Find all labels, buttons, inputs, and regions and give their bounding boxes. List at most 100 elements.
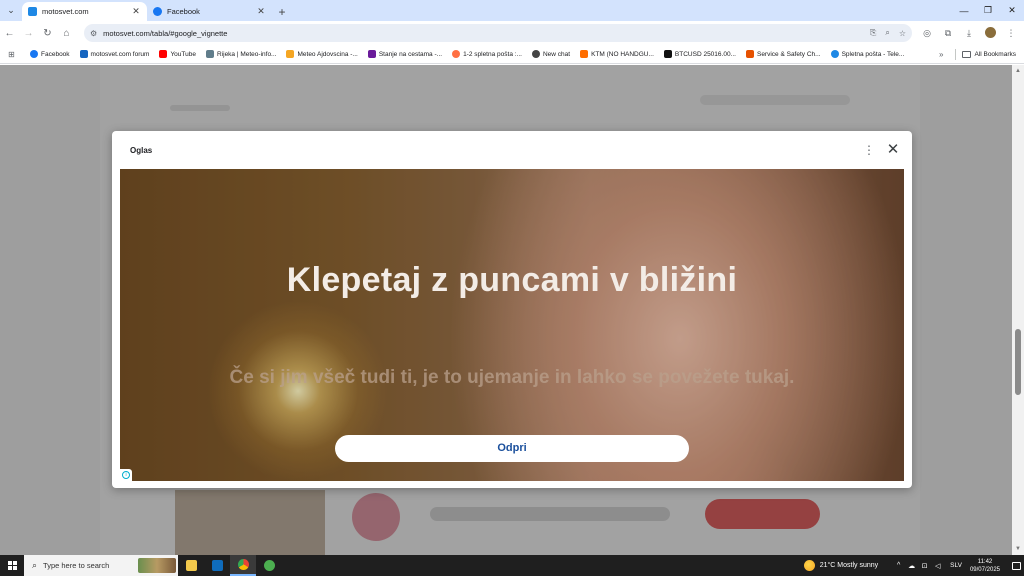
windows-logo-icon <box>7 561 17 570</box>
bookmark-item[interactable]: Stanje na cestama -... <box>367 50 443 58</box>
scrollbar-thumb[interactable] <box>1015 329 1021 395</box>
scroll-up-icon[interactable]: ▲ <box>1012 65 1024 77</box>
browser-toolbar: ← → ↻ ⌂ ⚙ motosvet.com/tabla/#google_vig… <box>0 21 1024 45</box>
forward-button[interactable]: → <box>19 21 38 45</box>
bookmark-label: Stanje na cestama -... <box>378 50 443 58</box>
url-text: motosvet.com/tabla/#google_vignette <box>103 28 228 38</box>
tradingview-icon <box>663 50 672 58</box>
bookmark-item[interactable]: New chat <box>531 50 571 58</box>
chrome-icon <box>237 559 249 570</box>
install-app-icon[interactable]: ⎘ <box>870 28 876 38</box>
notification-icon <box>1011 561 1021 570</box>
taskbar-file-explorer[interactable] <box>178 555 204 576</box>
ad-options-icon[interactable]: ⋮ <box>863 142 875 158</box>
notifications-button[interactable] <box>1008 555 1024 576</box>
ad-headline: Klepetaj z puncami v bližini <box>286 261 738 299</box>
bookmark-favicon-icon <box>205 50 214 58</box>
home-button[interactable]: ⌂ <box>57 21 76 45</box>
all-bookmarks-button[interactable]: All Bookmarks <box>962 50 1024 58</box>
bookmark-item[interactable]: KTM (NO HANDGU... <box>580 50 654 58</box>
close-ad-button[interactable]: ✕ <box>884 141 902 159</box>
ad-subtext: Če si jim všeč tudi ti, je to ujemanje i… <box>229 367 795 388</box>
bookmark-label: 1-2 spletna pošta :... <box>463 50 522 58</box>
clock[interactable]: 11:42 09/07/2025 <box>970 558 1000 574</box>
utorrent-icon <box>263 560 275 571</box>
minimize-button[interactable]: — <box>952 0 976 21</box>
tab-motosvet[interactable]: motosvet.com ✕ <box>22 2 147 21</box>
divider <box>955 48 957 60</box>
sun-icon <box>803 560 815 571</box>
close-tab-icon[interactable]: ✕ <box>256 6 266 17</box>
system-tray: 21°C Mostly sunny ^ ☁ ⊡ ◁ SLV 11:42 09/0… <box>803 555 1024 576</box>
scroll-down-icon[interactable]: ▼ <box>1012 543 1024 555</box>
language-indicator[interactable]: SLV <box>950 562 962 569</box>
start-button[interactable] <box>0 555 24 576</box>
onedrive-icon[interactable]: ☁ <box>905 562 918 570</box>
bookmark-item[interactable]: Facebook <box>30 50 70 58</box>
weather-widget[interactable]: 21°C Mostly sunny <box>803 560 879 571</box>
close-tab-icon[interactable]: ✕ <box>131 6 141 17</box>
bookmark-label: New chat <box>542 50 571 58</box>
bookmark-favicon-icon <box>30 50 38 58</box>
tab-title: Facebook <box>167 7 200 16</box>
taskbar-chrome[interactable] <box>230 555 256 576</box>
extensions-puzzle-icon[interactable]: ⧉ <box>939 28 957 39</box>
folder-icon <box>962 50 972 58</box>
clock-time: 11:42 <box>977 558 993 565</box>
window-controls: — ❐ ✕ <box>952 0 1024 21</box>
back-button[interactable]: ← <box>0 21 19 45</box>
bookmark-favicon-icon <box>580 50 589 58</box>
network-icon[interactable]: ⊡ <box>918 562 931 570</box>
bookmark-favicon-icon <box>367 50 376 58</box>
toolbar-right: ◎ ⧉ ⤓ ⋮ <box>918 21 1020 45</box>
ad-creative[interactable]: Klepetaj z puncami v bližini Če si jim v… <box>120 169 904 481</box>
restore-button[interactable]: ❐ <box>976 0 1000 21</box>
site-info-icon[interactable]: ⚙ <box>90 29 97 38</box>
bookmark-label: BTCUSD 25016.00... <box>674 50 736 58</box>
bookmark-label: Rijeka | Meteo-info... <box>216 50 277 58</box>
bookmark-label: Service & Safety Ch... <box>756 50 821 58</box>
page-scrollbar[interactable]: ▲ ▼ <box>1012 65 1024 555</box>
download-icon[interactable]: ⤓ <box>960 28 978 39</box>
address-bar[interactable]: ⚙ motosvet.com/tabla/#google_vignette ⎘ … <box>84 24 912 42</box>
taskbar-outlook[interactable] <box>204 555 230 576</box>
clock-date: 09/07/2025 <box>969 566 1000 573</box>
bookmark-item[interactable]: YouTube <box>159 50 196 58</box>
volume-icon[interactable]: ◁ <box>931 562 944 570</box>
chatgpt-icon <box>531 50 540 58</box>
extension-icon[interactable]: ◎ <box>918 28 936 39</box>
bookmark-star-icon[interactable]: ☆ <box>899 29 906 38</box>
chevron-up-icon[interactable]: ^ <box>892 562 905 569</box>
reload-button[interactable]: ↻ <box>38 21 57 45</box>
bookmark-label: KTM (NO HANDGU... <box>591 50 654 58</box>
bookmark-item[interactable]: Rijeka | Meteo-info... <box>205 50 277 58</box>
taskbar-search[interactable]: ⌕ Type here to search <box>24 555 178 576</box>
adchoices-icon[interactable]: i <box>120 469 132 481</box>
kebab-menu-icon[interactable]: ⋮ <box>1002 28 1020 39</box>
zoom-icon[interactable]: ⌕ <box>885 28 889 38</box>
close-window-button[interactable]: ✕ <box>1000 0 1024 21</box>
motosvet-favicon-icon <box>28 7 37 16</box>
bookmark-label: Spletna pošta - Tele... <box>841 50 905 58</box>
apps-grid-icon[interactable]: ⊞ <box>8 50 22 59</box>
weather-text: 21°C Mostly sunny <box>819 562 879 569</box>
bookmark-item[interactable]: BTCUSD 25016.00... <box>663 50 736 58</box>
bookmark-item[interactable]: Spletna pošta - Tele... <box>830 50 905 58</box>
open-ad-button[interactable]: Odpri <box>335 435 689 462</box>
bookmark-item[interactable]: 1-2 spletna pošta :... <box>452 50 522 58</box>
tab-facebook[interactable]: Facebook ✕ <box>147 2 272 21</box>
more-bookmarks-icon[interactable]: » <box>939 50 943 59</box>
bookmark-item[interactable]: Service & Safety Ch... <box>745 50 821 58</box>
taskbar-torrent[interactable] <box>256 555 282 576</box>
search-icon: ⌕ <box>32 560 38 570</box>
tab-title: motosvet.com <box>42 7 89 16</box>
tab-strip: ⌄ motosvet.com ✕ Facebook ✕ + — ❐ ✕ <box>0 0 1024 21</box>
new-tab-button[interactable]: + <box>272 2 292 21</box>
bookmark-item[interactable]: Meteo Ajdovscina -... <box>286 50 358 58</box>
tab-search-button[interactable]: ⌄ <box>0 0 22 21</box>
ad-label: Oglas <box>130 146 153 155</box>
file-explorer-icon <box>185 560 197 571</box>
profile-avatar[interactable] <box>981 26 999 40</box>
bookmark-favicon-icon <box>79 50 88 58</box>
bookmark-item[interactable]: motosvet.com forum <box>79 50 149 58</box>
